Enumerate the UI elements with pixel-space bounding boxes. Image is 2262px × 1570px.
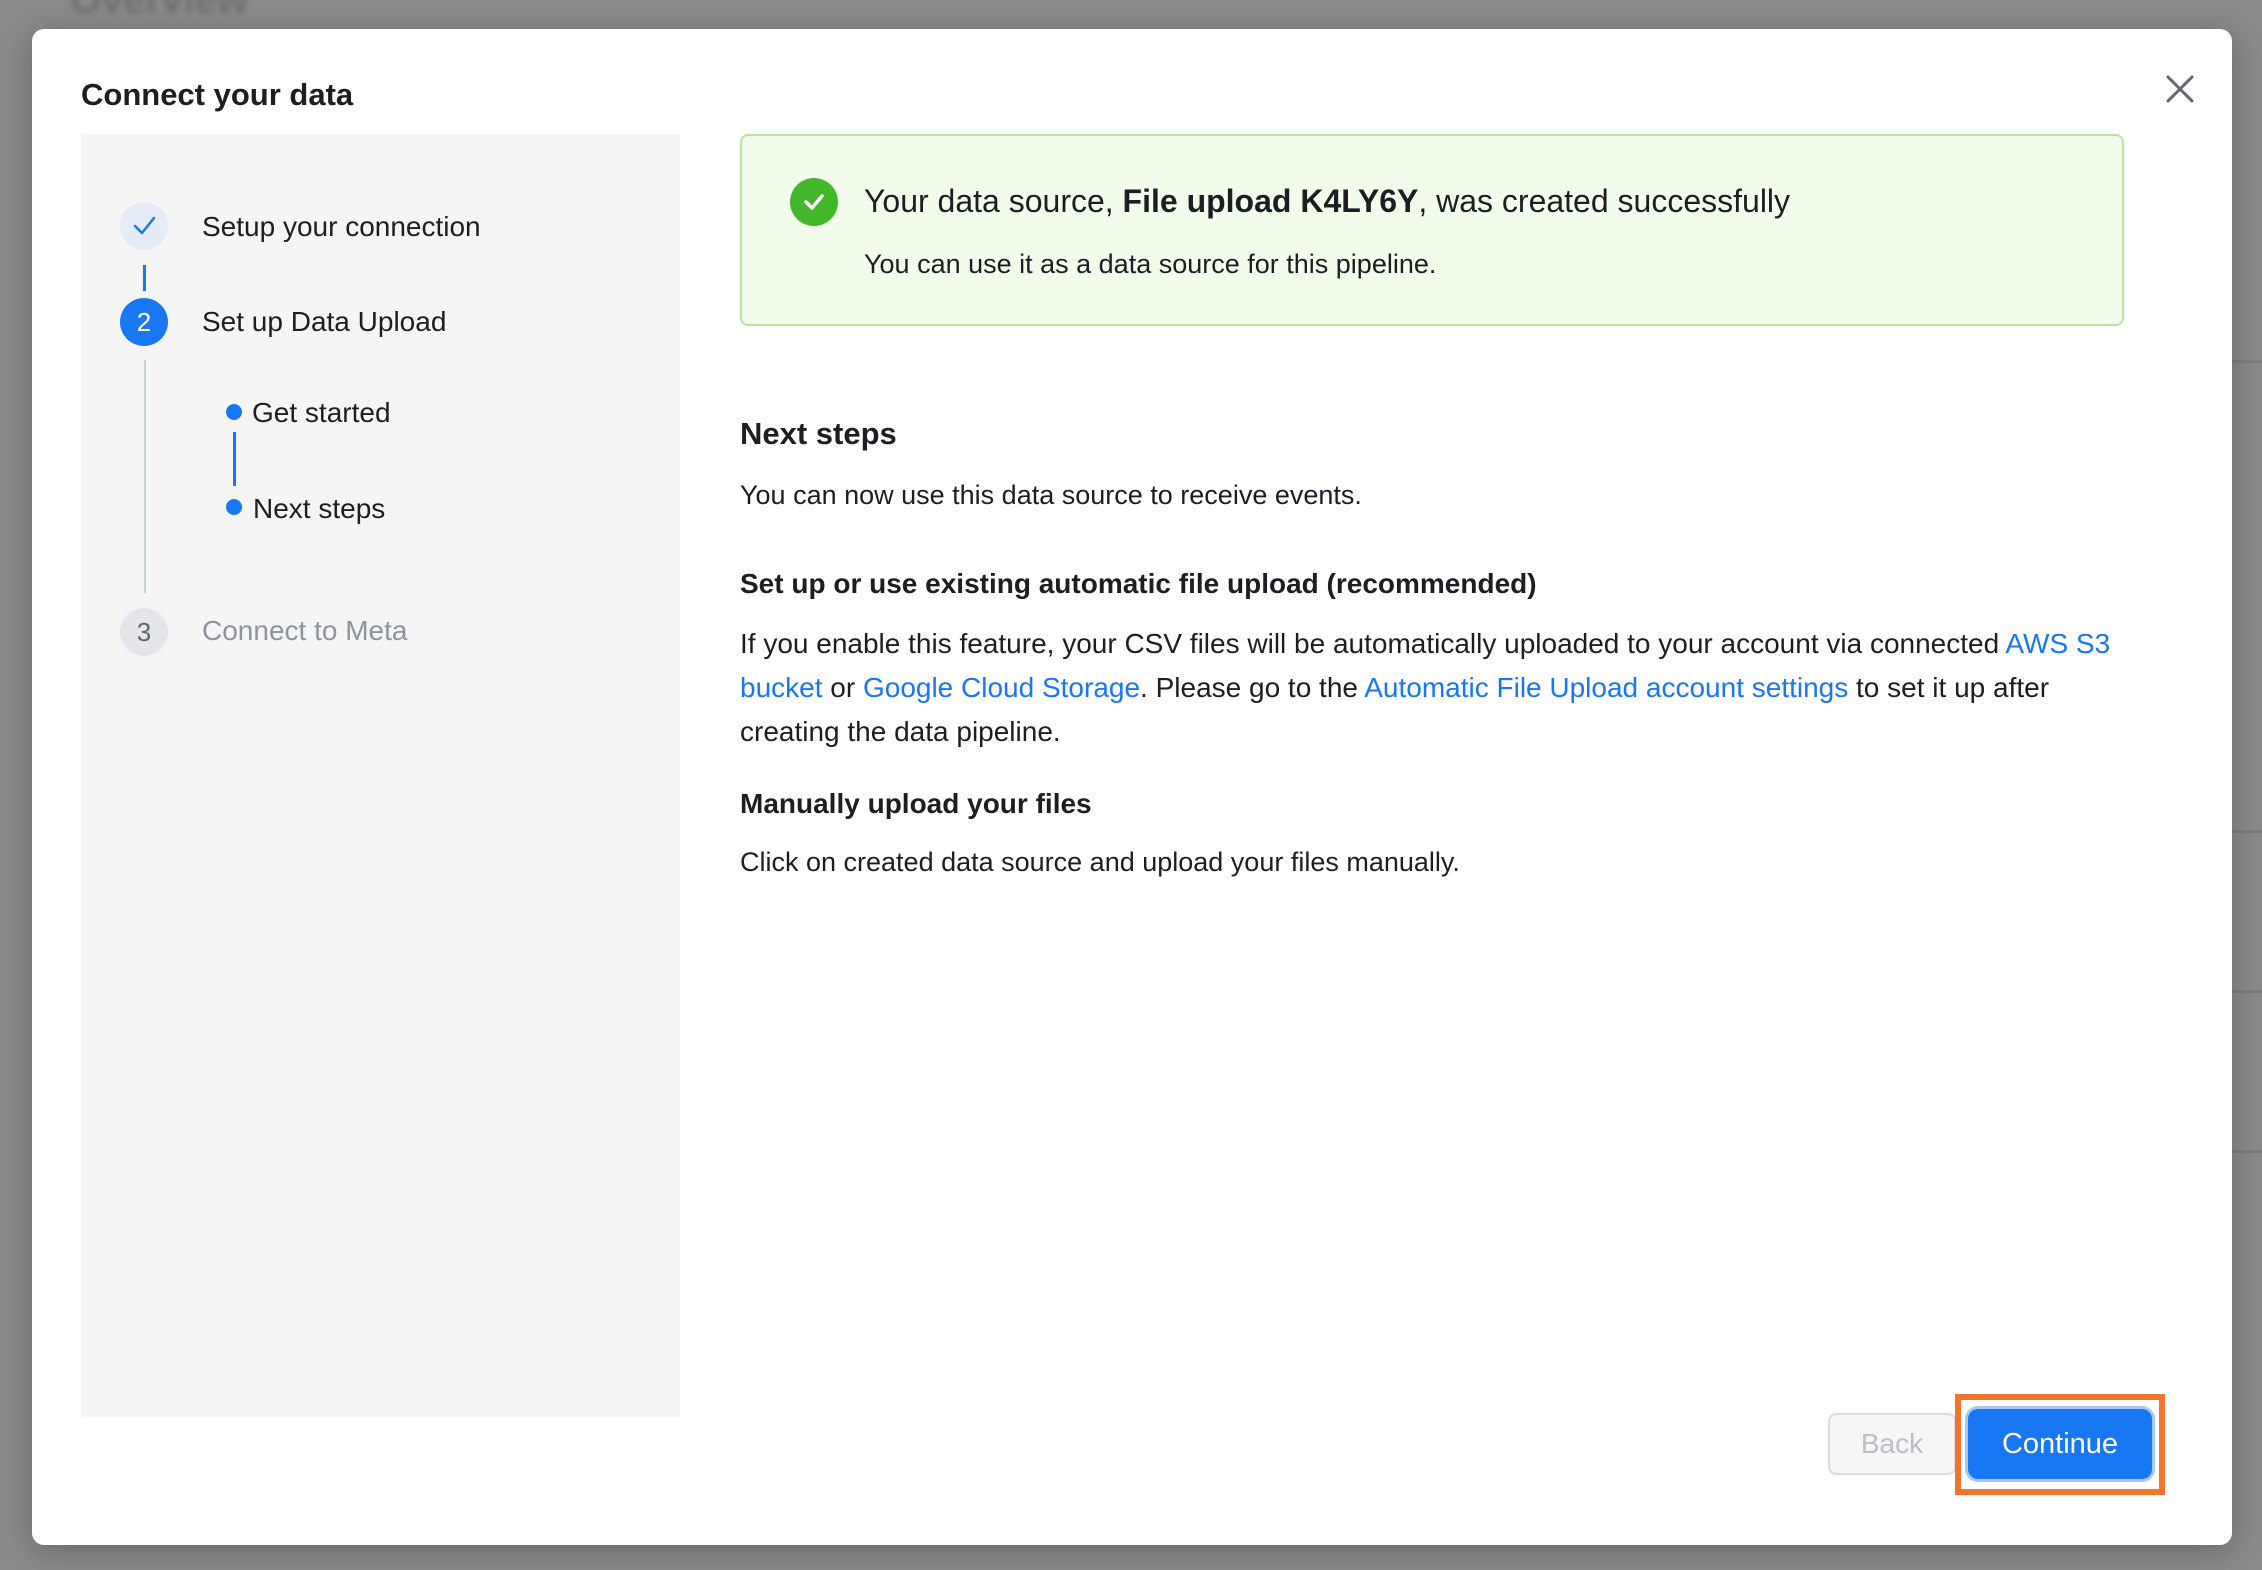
success-check-icon [790,178,838,226]
auto-upload-text-part: or [822,672,863,703]
step-3-label[interactable]: Connect to Meta [202,615,407,647]
step-connector [143,265,146,291]
step-1-indicator [120,202,168,250]
manual-upload-heading: Manually upload your files [740,788,1092,819]
auto-upload-text-part: If you enable this feature, your CSV fil… [740,628,2006,659]
google-cloud-storage-link[interactable]: Google Cloud Storage [863,672,1140,703]
next-steps-heading: Next steps [740,416,897,451]
modal-title: Connect your data [81,77,354,112]
data-source-name: File upload K4LY6Y [1122,183,1419,219]
close-icon [2166,75,2194,103]
substep-dot [226,499,242,515]
success-title-suffix: , was created successfully [1418,183,1791,219]
continue-button[interactable]: Continue [1968,1409,2152,1479]
manual-upload-text: Click on created data source and upload … [740,847,1460,877]
substep-dot [226,404,242,420]
back-button[interactable]: Back [1828,1413,1956,1475]
auto-upload-heading: Set up or use existing automatic file up… [740,568,1537,599]
checkmark-icon [133,216,156,235]
step-2-label[interactable]: Set up Data Upload [202,306,446,338]
success-title: Your data source, File upload K4LY6Y, wa… [864,183,1790,220]
success-banner: Your data source, File upload K4LY6Y, wa… [740,134,2124,326]
success-title-prefix: Your data source, [864,183,1123,219]
main-content: Your data source, File upload K4LY6Y, wa… [740,134,2124,877]
step-2-indicator: 2 [120,298,168,346]
auto-upload-settings-link[interactable]: Automatic File Upload account settings [1364,672,1848,703]
stepper-panel: Setup your connection 2 Set up Data Uplo… [81,134,680,1417]
substep-get-started[interactable]: Get started [252,397,391,429]
connect-data-modal: Connect your data Setup your connection … [32,29,2232,1545]
auto-upload-text: If you enable this feature, your CSV fil… [740,622,2124,754]
substep-next-steps[interactable]: Next steps [253,493,385,525]
step-connector [144,360,146,593]
background-page-title: Overview [70,0,248,22]
step-1-label[interactable]: Setup your connection [202,211,481,243]
substep-connector [233,432,236,486]
success-subtitle: You can use it as a data source for this… [864,249,1437,279]
auto-upload-text-part: . Please go to the [1140,672,1365,703]
step-3-indicator: 3 [120,608,168,656]
close-button[interactable] [2156,65,2204,113]
next-steps-text: You can now use this data source to rece… [740,480,1362,510]
